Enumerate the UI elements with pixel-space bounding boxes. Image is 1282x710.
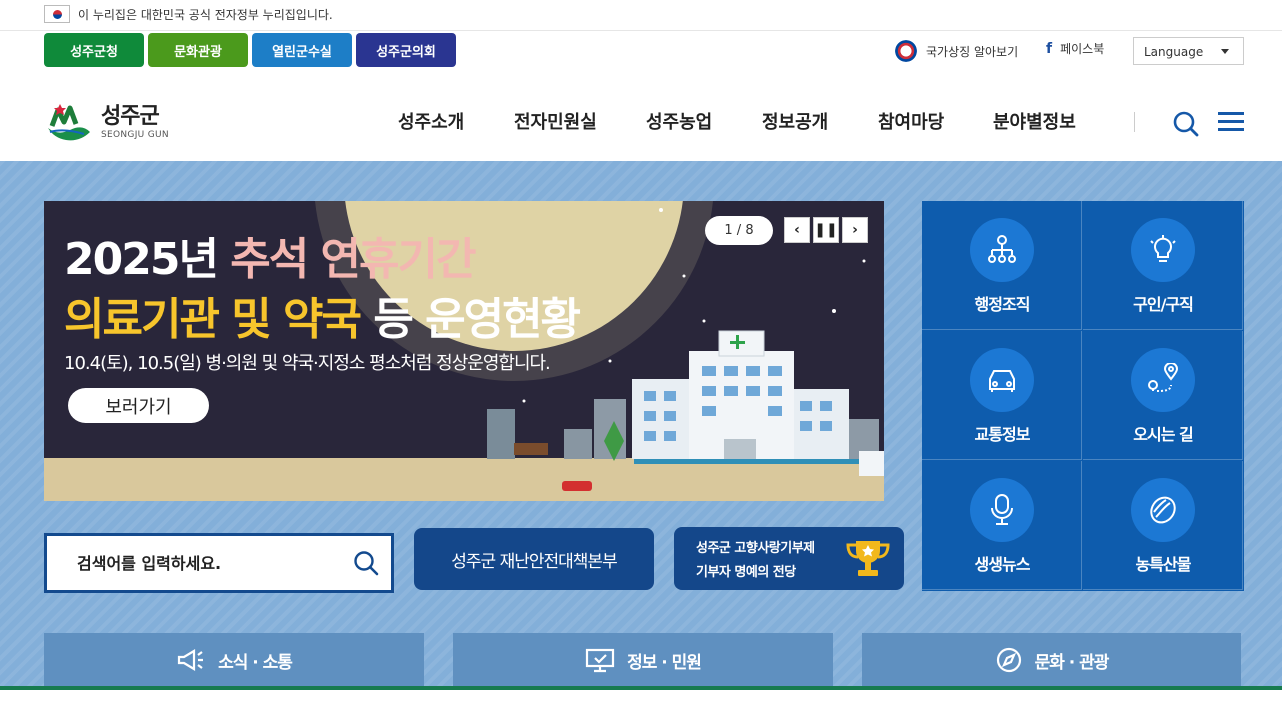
car-icon (970, 348, 1034, 412)
search-icon[interactable] (1172, 110, 1200, 138)
category-label: 문화 · 관광 (1034, 652, 1110, 673)
logo-english: SEONGJU GUN (101, 130, 169, 140)
org-chart-icon (970, 218, 1034, 282)
quick-item-label: 오시는 길 (1133, 425, 1193, 444)
facebook-link[interactable]: f 페이스북 (1046, 40, 1104, 57)
main-search-box (44, 533, 394, 593)
national-symbols-link[interactable]: 국가상징 알아보기 (892, 40, 1018, 62)
site-tab-culture-tourism[interactable]: 문화관광 (148, 33, 248, 67)
quick-item-label: 농특산물 (1135, 555, 1192, 574)
banner-pause-button[interactable]: ❚❚ (813, 217, 839, 243)
compass-icon (996, 647, 1021, 673)
category-news-communication[interactable]: 소식 · 소통 (44, 633, 424, 687)
gnb-item-civil-service[interactable]: 전자민원실 (514, 108, 597, 134)
site-tab-county-office[interactable]: 성주군청 (44, 33, 144, 67)
gov-banner-text: 이 누리집은 대한민국 공식 전자정부 누리집입니다. (78, 8, 333, 22)
search-input[interactable] (77, 550, 337, 576)
site-tab-county-council[interactable]: 성주군의회 (356, 33, 456, 67)
national-symbol-icon (892, 40, 920, 62)
gnb-item-participation[interactable]: 참여마당 (878, 108, 944, 134)
microphone-icon (970, 478, 1034, 542)
banner-title-line2: 의료기관 및 약국 등 운영현황 (64, 294, 581, 345)
quick-item-label: 생생뉴스 (974, 555, 1031, 574)
quick-item-jobs[interactable]: 구인/구직 (1083, 201, 1243, 330)
quick-item-label: 교통정보 (974, 425, 1031, 444)
quick-item-organization[interactable]: 행정조직 (922, 201, 1082, 330)
melon-icon (1131, 478, 1195, 542)
national-symbols-label: 국가상징 알아보기 (926, 44, 1019, 59)
quick-item-news[interactable]: 생생뉴스 (922, 461, 1082, 590)
language-label: Language (1144, 45, 1204, 59)
quick-item-directions[interactable]: 오시는 길 (1083, 331, 1243, 460)
search-submit-icon[interactable] (353, 550, 379, 576)
disaster-safety-button[interactable]: 성주군 재난안전대책본부 (414, 528, 654, 590)
banner-prev-button[interactable]: ‹ (784, 217, 810, 243)
hometown-line2: 기부자 명예의 전당 (696, 565, 796, 580)
banner-pager: 1 / 8 (705, 216, 773, 245)
gnb-item-agriculture[interactable]: 성주농업 (646, 108, 712, 134)
megaphone-icon (177, 649, 204, 671)
banner-title-line1: 2025년 추석 연휴기간 (64, 234, 476, 285)
page-bottom (0, 690, 1282, 710)
category-info-civil[interactable]: 정보 · 민원 (453, 633, 833, 687)
monitor-check-icon (585, 648, 615, 673)
korea-flag-icon (44, 5, 70, 23)
gnb-item-intro[interactable]: 성주소개 (398, 108, 464, 134)
seongju-logo-icon (48, 104, 90, 141)
site-tab-governor-office[interactable]: 열린군수실 (252, 33, 352, 67)
caret-down-icon (1221, 49, 1229, 54)
hometown-donation-button[interactable]: 성주군 고향사랑기부제 기부자 명예의 전당 (674, 527, 904, 590)
category-label: 정보 · 민원 (627, 652, 702, 673)
facebook-icon: f (1046, 40, 1053, 57)
quick-item-label: 구인/구직 (1133, 295, 1194, 314)
quick-item-label: 행정조직 (974, 295, 1031, 314)
gnb-item-information[interactable]: 정보공개 (762, 108, 828, 134)
category-culture-tourism[interactable]: 문화 · 관광 (862, 633, 1241, 687)
language-select[interactable]: Language (1133, 37, 1244, 65)
facebook-label: 페이스북 (1060, 42, 1105, 56)
banner-subtitle: 10.4(토), 10.5(일) 병·의원 및 약국·지정소 평소처럼 정상운영… (64, 353, 551, 374)
hometown-line1: 성주군 고향사랑기부제 (696, 541, 815, 556)
gov-banner: 이 누리집은 대한민국 공식 전자정부 누리집입니다. (0, 0, 1282, 31)
lightbulb-icon (1131, 218, 1195, 282)
quick-item-specialties[interactable]: 농특산물 (1083, 461, 1243, 590)
banner-next-button[interactable]: › (842, 217, 868, 243)
header-divider (1134, 112, 1135, 132)
site-logo[interactable]: 성주군 SEONGJU GUN (44, 96, 184, 144)
menu-icon[interactable] (1218, 110, 1244, 134)
gnb-item-fields[interactable]: 분야별정보 (993, 108, 1076, 134)
quick-item-traffic[interactable]: 교통정보 (922, 331, 1082, 460)
trophy-icon (846, 541, 890, 576)
banner-view-button[interactable]: 보러가기 (68, 388, 209, 423)
route-pin-icon (1131, 348, 1195, 412)
logo-name: 성주군 (101, 104, 160, 129)
quick-menu: 행정조직 구인/구직 교통정보 오시는 길 생생뉴스 농특산물 (922, 201, 1244, 591)
main-banner-slide[interactable]: 2025년 추석 연휴기간 의료기관 및 약국 등 운영현황 10.4(토), … (44, 201, 884, 501)
category-label: 소식 · 소통 (218, 652, 293, 673)
